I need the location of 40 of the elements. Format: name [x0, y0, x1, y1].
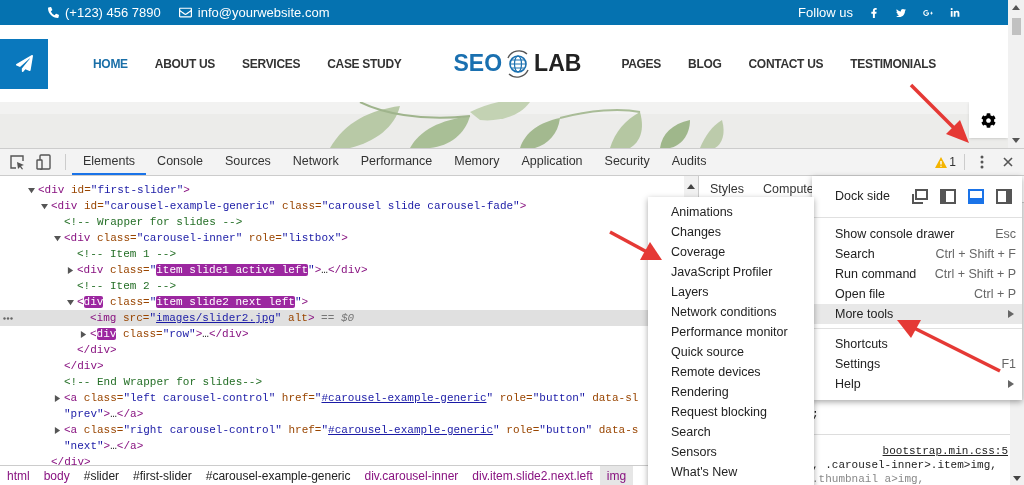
- menu-item-label: Settings: [835, 355, 881, 373]
- email-address: info@yourwebsite.com: [197, 3, 330, 22]
- menu-item-label: More tools: [835, 305, 894, 323]
- closing-tag: </div>: [64, 357, 104, 375]
- menu-item-label: Shortcuts: [835, 335, 888, 353]
- html-comment: <!-- End Wrapper for slides-->: [64, 374, 263, 390]
- html-tag-line: <div class="item slide1 active left">…</div>: [77, 262, 368, 278]
- css-selector: , .carousel-inner>.item>img,: [812, 457, 998, 472]
- html-comment: <!-- Item 2 -->: [77, 278, 177, 294]
- shortcut-text: F1: [1001, 355, 1016, 373]
- follow-label: Follow us: [798, 3, 853, 22]
- css-selector: .thumbnail a>img,: [812, 471, 926, 485]
- shortcut-text: Ctrl + Shift + P: [934, 265, 1016, 283]
- menu-item-label: Help: [835, 375, 861, 393]
- logo-text: LAB: [534, 49, 582, 79]
- html-tag-line: <div id="carousel-example-generic" class="carousel slide carousel-fade">: [51, 198, 527, 214]
- shortcut-text: Ctrl + Shift + F: [935, 245, 1016, 263]
- menu-label: Dock side: [835, 188, 890, 206]
- html-tag-line: <div id="first-slider">: [38, 182, 190, 198]
- html-comment: <!-- Item 1 -->: [77, 246, 177, 262]
- html-tag-line: <a class="left carousel-control" href="#carousel-example-generic" role="button" data-sl: [64, 390, 639, 406]
- css-rule-end: ;: [812, 407, 820, 422]
- html-tag-line: <div class="item slide2 next left">: [77, 294, 309, 310]
- menu-item-label: Open file: [835, 285, 886, 303]
- html-tag-line: "prev">…</a>: [64, 406, 144, 422]
- html-tag-line: <img src="images/slider2.jpg" alt> == $0: [90, 310, 355, 326]
- html-tag-line: <div class="carousel-inner" role="listbox">: [64, 230, 348, 246]
- html-comment: <!-- Wrapper for slides -->: [64, 214, 243, 230]
- closing-tag: </div>: [77, 341, 117, 359]
- menu-item-label: Run command: [835, 265, 917, 283]
- html-tag-line: <a class="right carousel-control" href="#carousel-example-generic" role="button" data-s: [64, 422, 639, 438]
- shortcut-text: Esc: [995, 225, 1016, 243]
- html-tag-line: <div class="row">…</div>: [90, 326, 249, 342]
- logo-text: SEO: [453, 49, 503, 79]
- menu-item-label: Search: [835, 245, 875, 263]
- html-tag-line: "next">…</a>: [64, 438, 144, 454]
- shortcut-text: Ctrl + P: [973, 285, 1016, 303]
- menu-item-label: Show console drawer: [835, 225, 955, 243]
- closing-tag: </div>: [51, 453, 91, 465]
- phone-number: (+123) 456 7890: [65, 3, 161, 22]
